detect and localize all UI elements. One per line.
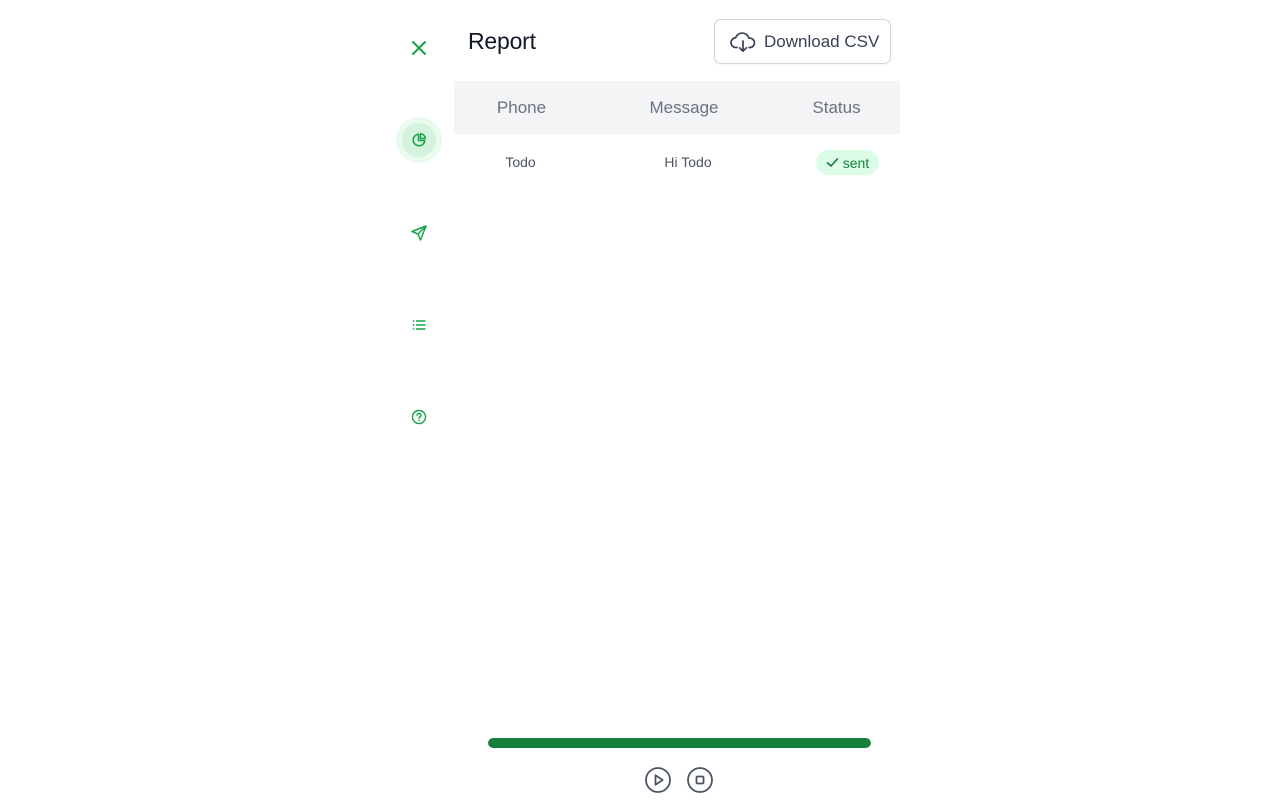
pie-chart-icon — [412, 132, 427, 147]
play-button[interactable] — [644, 766, 672, 794]
cloud-download-icon — [730, 31, 756, 52]
page-title: Report — [468, 28, 536, 54]
download-csv-button[interactable]: Download CSV — [714, 19, 891, 64]
cell-phone: Todo — [505, 154, 536, 170]
table-header: Phone Message Status — [454, 81, 900, 134]
play-circle-icon — [645, 767, 671, 793]
download-csv-label: Download CSV — [764, 31, 880, 51]
column-header-status[interactable]: Status — [794, 81, 879, 134]
list-icon — [412, 320, 426, 330]
sidebar-item-list[interactable] — [396, 302, 442, 348]
close-button[interactable] — [396, 25, 442, 71]
column-header-phone[interactable]: Phone — [454, 81, 589, 134]
table-row: Todo Hi Todo sent — [454, 134, 900, 190]
report-panel: Report Download CSV Phone Message Status… — [396, 0, 902, 800]
status-text: sent — [842, 154, 870, 171]
column-header-message[interactable]: Message — [614, 81, 754, 134]
cell-message: Hi Todo — [664, 154, 712, 170]
report-table: Phone Message Status Todo Hi Todo sent — [454, 81, 900, 190]
sidebar-item-send[interactable] — [396, 210, 442, 256]
help-circle-icon — [411, 409, 427, 425]
stop-circle-icon — [687, 767, 713, 793]
progress-fill — [488, 738, 871, 748]
sidebar — [396, 0, 444, 800]
sidebar-item-help[interactable] — [396, 394, 442, 440]
stop-button[interactable] — [686, 766, 714, 794]
send-icon — [411, 225, 427, 241]
status-badge: sent — [816, 150, 879, 175]
close-icon — [412, 41, 426, 55]
check-icon — [826, 158, 839, 167]
sidebar-item-report[interactable] — [396, 117, 442, 163]
progress-bar — [488, 738, 871, 748]
